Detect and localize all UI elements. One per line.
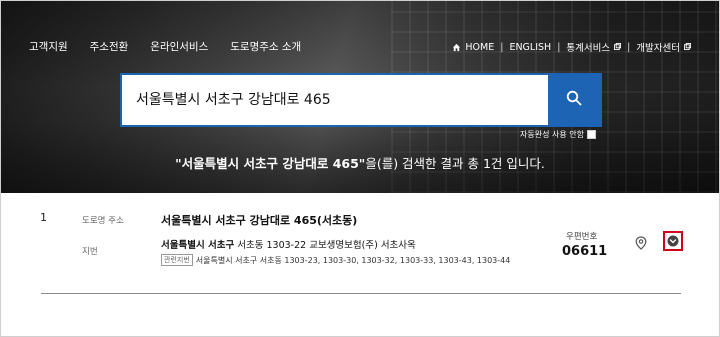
search-box — [120, 73, 602, 127]
dev-center-link[interactable]: 개발자센터 — [636, 40, 680, 54]
search-input[interactable] — [136, 75, 536, 125]
divider: | — [557, 41, 561, 53]
expand-details-button[interactable] — [663, 231, 683, 251]
related-jibun-text: 서울특별시 서초구 서초동 1303-23, 1303-30, 1303-32,… — [195, 255, 511, 265]
result-divider — [41, 293, 681, 294]
nav-item-convert[interactable]: 주소전환 — [90, 39, 129, 54]
result-index: 1 — [40, 211, 47, 224]
nav-item-about[interactable]: 도로명주소 소개 — [230, 39, 301, 54]
zip-code-label: 우편번호 — [566, 232, 598, 242]
chevron-down-icon — [667, 232, 679, 251]
divider: | — [500, 41, 504, 53]
stats-link[interactable]: 통계서비스 — [566, 40, 610, 54]
autocomplete-label: 자동완성 사용 안함 — [520, 130, 584, 139]
result-item: 1 도로명 주소 지번 서울특별시 서초구 강남대로 465(서초동) 서울특별… — [1, 193, 719, 336]
search-icon — [566, 90, 582, 110]
search-button[interactable] — [548, 75, 600, 125]
divider: | — [627, 41, 631, 53]
map-pin-icon[interactable] — [635, 235, 647, 254]
nav-item-online[interactable]: 온라인서비스 — [150, 39, 208, 54]
main-nav: 고객지원 주소전환 온라인서비스 도로명주소 소개 — [29, 39, 301, 54]
jibun-address: 서울특별시 서초구 서초동 1303-22 교보생명보험(주) 서초사옥 — [161, 237, 416, 251]
external-link-icon — [684, 42, 691, 53]
page-frame: 고객지원 주소전환 온라인서비스 도로명주소 소개 HOME | ENGLISH… — [0, 0, 720, 337]
related-jibun-badge: 관련지번 — [161, 254, 193, 266]
zip-code: 06611 — [562, 244, 608, 259]
road-address-label: 도로명 주소 — [82, 216, 124, 226]
home-icon — [452, 43, 461, 52]
result-summary: "서울특별시 서초구 강남대로 465"을(를) 검색한 결과 총 1건 입니다… — [1, 153, 719, 172]
external-link-icon — [614, 42, 622, 53]
summary-query: "서울특별시 서초구 강남대로 465" — [175, 156, 366, 171]
road-address: 서울특별시 서초구 강남대로 465(서초동) — [161, 214, 358, 227]
home-link[interactable]: HOME — [465, 42, 494, 53]
utility-nav: HOME | ENGLISH | 통계서비스 | 개발자센터 — [452, 40, 691, 54]
related-jibun: 관련지번 서울특별시 서초구 서초동 1303-23, 1303-30, 130… — [161, 254, 510, 266]
autocomplete-checkbox[interactable] — [586, 130, 596, 139]
jibun-address-label: 지번 — [82, 247, 98, 257]
jibun-address-detail: 서초동 1303-22 교보생명보험(주) 서초사옥 — [234, 240, 416, 251]
summary-text: 을(를) 검색한 결과 총 1건 입니다. — [365, 156, 545, 171]
jibun-address-region: 서울특별시 서초구 — [161, 240, 235, 251]
english-link[interactable]: ENGLISH — [509, 42, 551, 53]
nav-item-support[interactable]: 고객지원 — [29, 39, 68, 54]
autocomplete-toggle[interactable]: 자동완성 사용 안함 — [520, 129, 596, 140]
